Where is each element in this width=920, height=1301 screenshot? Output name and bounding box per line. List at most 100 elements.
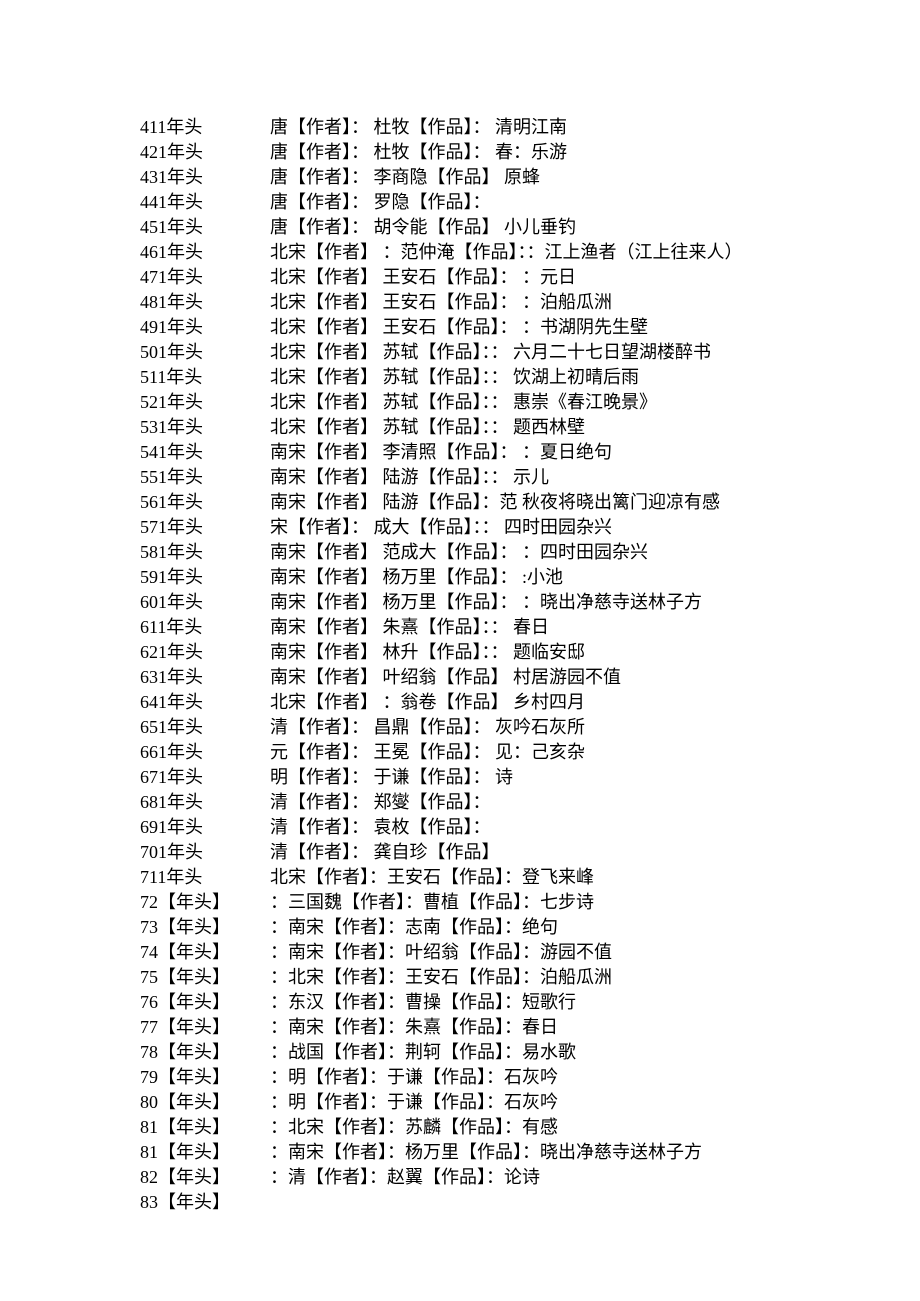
row-content: 北宋【作者】 ：翁卷【作品】 乡村四月 <box>270 690 860 715</box>
document-page: 411年头唐【作者】： 杜牧【作品】： 清明江南421年头唐【作者】： 杜牧【作… <box>0 0 920 1275</box>
row-content: 唐【作者】： 李商隐【作品】 原蜂 <box>270 165 860 190</box>
row-content: 南宋【作者】 杨万里【作品】： :小池 <box>270 565 860 590</box>
row-index-label: 76【年头】 <box>140 990 270 1015</box>
row-content: 南宋【作者】 陆游【作品】：范 秋夜将晓出篱门迎凉有感 <box>270 490 860 515</box>
row-content: ：南宋【作者】：叶绍翁【作品】：游园不值 <box>270 940 860 965</box>
list-row: 671年头明【作者】： 于谦【作品】： 诗 <box>140 765 860 790</box>
row-content: ：清【作者】：赵翼【作品】：论诗 <box>270 1165 860 1190</box>
rows-container: 411年头唐【作者】： 杜牧【作品】： 清明江南421年头唐【作者】： 杜牧【作… <box>140 115 860 1215</box>
row-index-label: 82【年头】 <box>140 1165 270 1190</box>
list-row: 611年头南宋【作者】 朱熹【作品】：： 春日 <box>140 615 860 640</box>
row-index-label: 461年头 <box>140 240 270 265</box>
row-index-label: 571年头 <box>140 515 270 540</box>
list-row: 601年头南宋【作者】 杨万里【作品】： ：晓出净慈寺送林子方 <box>140 590 860 615</box>
list-row: 491年头北宋【作者】 王安石【作品】： ：书湖阴先生壁 <box>140 315 860 340</box>
list-row: 581年头南宋【作者】 范成大【作品】： ：四时田园杂兴 <box>140 540 860 565</box>
list-row: 521年头北宋【作者】 苏轼【作品】：： 惠崇《春江晚景》 <box>140 390 860 415</box>
list-row: 82【年头】：清【作者】：赵翼【作品】：论诗 <box>140 1165 860 1190</box>
row-index-label: 581年头 <box>140 540 270 565</box>
row-content: 北宋【作者】：王安石【作品】：登飞来峰 <box>270 865 860 890</box>
list-row: 631年头南宋【作者】 叶绍翁【作品】 村居游园不值 <box>140 665 860 690</box>
row-index-label: 561年头 <box>140 490 270 515</box>
row-index-label: 701年头 <box>140 840 270 865</box>
list-row: 411年头唐【作者】： 杜牧【作品】： 清明江南 <box>140 115 860 140</box>
row-content: 北宋【作者】 苏轼【作品】：： 惠崇《春江晚景》 <box>270 390 860 415</box>
row-content: ：南宋【作者】：志南【作品】：绝句 <box>270 915 860 940</box>
row-content: ：南宋【作者】：杨万里【作品】：晓出净慈寺送林子方 <box>270 1140 860 1165</box>
row-content: 唐【作者】： 罗隐【作品】： <box>270 190 860 215</box>
row-index-label: 711年头 <box>140 865 270 890</box>
row-index-label: 601年头 <box>140 590 270 615</box>
row-index-label: 671年头 <box>140 765 270 790</box>
row-index-label: 74【年头】 <box>140 940 270 965</box>
list-row: 481年头北宋【作者】 王安石【作品】： ：泊船瓜洲 <box>140 290 860 315</box>
row-index-label: 511年头 <box>140 365 270 390</box>
list-row: 501年头北宋【作者】 苏轼【作品】：： 六月二十七日望湖楼醉书 <box>140 340 860 365</box>
row-index-label: 78【年头】 <box>140 1040 270 1065</box>
row-content: 明【作者】： 于谦【作品】： 诗 <box>270 765 860 790</box>
row-index-label: 631年头 <box>140 665 270 690</box>
list-row: 81【年头】：南宋【作者】：杨万里【作品】：晓出净慈寺送林子方 <box>140 1140 860 1165</box>
row-index-label: 521年头 <box>140 390 270 415</box>
row-content: 宋【作者】： 成大【作品】：： 四时田园杂兴 <box>270 515 860 540</box>
row-index-label: 531年头 <box>140 415 270 440</box>
row-content: 北宋【作者】 苏轼【作品】：： 题西林壁 <box>270 415 860 440</box>
row-content: 北宋【作者】 苏轼【作品】：： 饮湖上初晴后雨 <box>270 365 860 390</box>
list-row: 471年头北宋【作者】 王安石【作品】： ：元日 <box>140 265 860 290</box>
list-row: 76【年头】：东汉【作者】：曹操【作品】：短歌行 <box>140 990 860 1015</box>
row-content: ：北宋【作者】：苏麟【作品】：有感 <box>270 1115 860 1140</box>
row-index-label: 80【年头】 <box>140 1090 270 1115</box>
list-row: 641年头北宋【作者】 ：翁卷【作品】 乡村四月 <box>140 690 860 715</box>
list-row: 661年头元【作者】： 王冕【作品】： 见：己亥杂 <box>140 740 860 765</box>
row-content: 清【作者】： 昌鼎【作品】： 灰吟石灰所 <box>270 715 860 740</box>
row-index-label: 77【年头】 <box>140 1015 270 1040</box>
list-row: 78【年头】：战国【作者】：荆轲【作品】：易水歌 <box>140 1040 860 1065</box>
row-content: 北宋【作者】 王安石【作品】： ：元日 <box>270 265 860 290</box>
list-row: 75【年头】：北宋【作者】：王安石【作品】：泊船瓜洲 <box>140 965 860 990</box>
row-index-label: 81【年头】 <box>140 1115 270 1140</box>
row-index-label: 501年头 <box>140 340 270 365</box>
row-content: 清【作者】： 龚自珍【作品】 <box>270 840 860 865</box>
row-content: ：三国魏【作者】：曹植【作品】：七步诗 <box>270 890 860 915</box>
list-row: 571年头宋【作者】： 成大【作品】：： 四时田园杂兴 <box>140 515 860 540</box>
list-row: 531年头北宋【作者】 苏轼【作品】：： 题西林壁 <box>140 415 860 440</box>
row-content: ：北宋【作者】：王安石【作品】：泊船瓜洲 <box>270 965 860 990</box>
row-index-label: 691年头 <box>140 815 270 840</box>
row-index-label: 471年头 <box>140 265 270 290</box>
row-index-label: 81【年头】 <box>140 1140 270 1165</box>
list-row: 621年头南宋【作者】 林升【作品】：： 题临安邸 <box>140 640 860 665</box>
list-row: 691年头清【作者】： 袁枚【作品】： <box>140 815 860 840</box>
row-content: 南宋【作者】 杨万里【作品】： ：晓出净慈寺送林子方 <box>270 590 860 615</box>
row-content: 南宋【作者】 朱熹【作品】：： 春日 <box>270 615 860 640</box>
row-index-label: 441年头 <box>140 190 270 215</box>
list-row: 681年头清【作者】： 郑燮【作品】： <box>140 790 860 815</box>
row-content: 唐【作者】： 杜牧【作品】： 春：乐游 <box>270 140 860 165</box>
row-index-label: 611年头 <box>140 615 270 640</box>
list-row: 701年头清【作者】： 龚自珍【作品】 <box>140 840 860 865</box>
row-content: 清【作者】： 郑燮【作品】： <box>270 790 860 815</box>
row-index-label: 481年头 <box>140 290 270 315</box>
row-content: 唐【作者】： 胡令能【作品】 小儿垂钓 <box>270 215 860 240</box>
row-index-label: 431年头 <box>140 165 270 190</box>
list-row: 511年头北宋【作者】 苏轼【作品】：： 饮湖上初晴后雨 <box>140 365 860 390</box>
row-index-label: 75【年头】 <box>140 965 270 990</box>
row-index-label: 421年头 <box>140 140 270 165</box>
list-row: 81【年头】：北宋【作者】：苏麟【作品】：有感 <box>140 1115 860 1140</box>
row-content: 北宋【作者】 王安石【作品】： ：书湖阴先生壁 <box>270 315 860 340</box>
row-content: 北宋【作者】 王安石【作品】： ：泊船瓜洲 <box>270 290 860 315</box>
row-content: ：明【作者】：于谦【作品】：石灰吟 <box>270 1065 860 1090</box>
row-index-label: 541年头 <box>140 440 270 465</box>
row-index-label: 661年头 <box>140 740 270 765</box>
row-index-label: 641年头 <box>140 690 270 715</box>
row-content: ：南宋【作者】：朱熹【作品】：春日 <box>270 1015 860 1040</box>
row-index-label: 73【年头】 <box>140 915 270 940</box>
list-row: 591年头南宋【作者】 杨万里【作品】： :小池 <box>140 565 860 590</box>
list-row: 77【年头】：南宋【作者】：朱熹【作品】：春日 <box>140 1015 860 1040</box>
row-content: 元【作者】： 王冕【作品】： 见：己亥杂 <box>270 740 860 765</box>
list-row: 441年头唐【作者】： 罗隐【作品】： <box>140 190 860 215</box>
row-index-label: 83【年头】 <box>140 1190 270 1215</box>
list-row: 83【年头】 <box>140 1190 860 1215</box>
list-row: 461年头北宋【作者】 ：范仲淹【作品】：：江上渔者（江上往来人） <box>140 240 860 265</box>
row-index-label: 651年头 <box>140 715 270 740</box>
row-content: 南宋【作者】 林升【作品】：： 题临安邸 <box>270 640 860 665</box>
